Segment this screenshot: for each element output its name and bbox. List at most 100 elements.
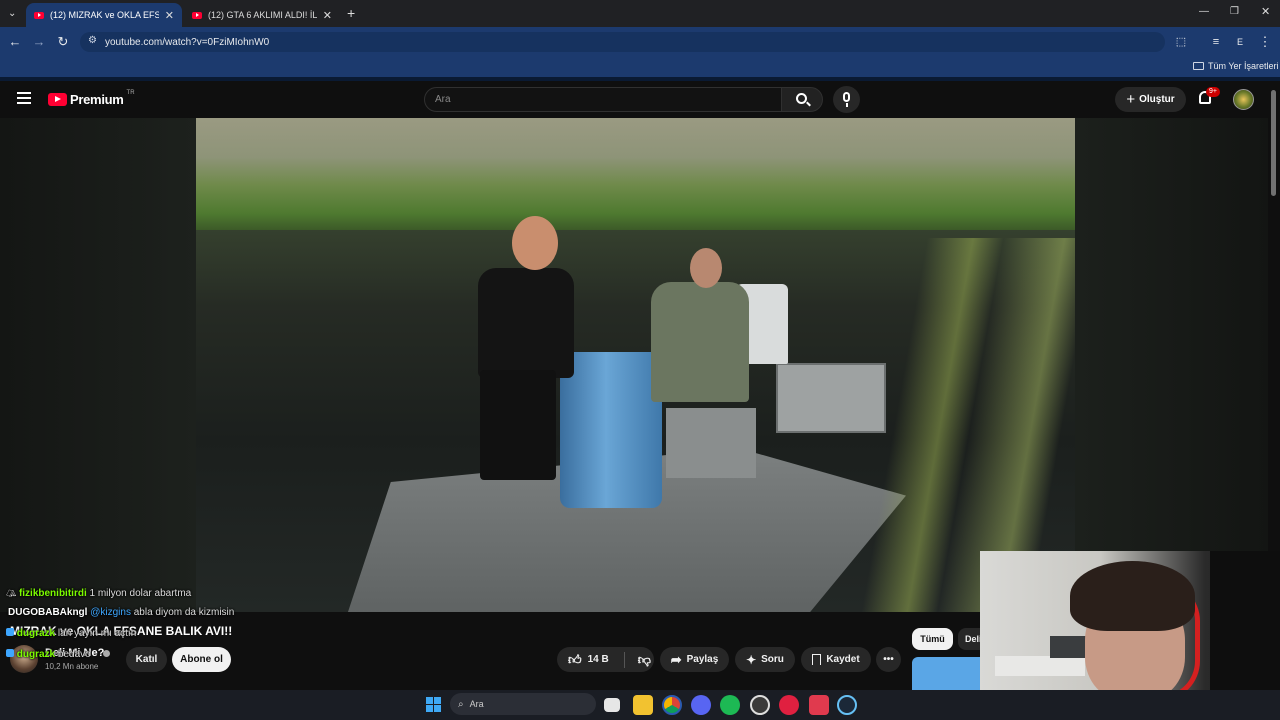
logo-text: Premium (70, 92, 124, 107)
steam-icon[interactable] (837, 695, 857, 715)
app-valorant-icon[interactable] (809, 695, 829, 715)
chat-username: dugrazk (16, 649, 56, 660)
chat-text: abla diyom da kizmisin (133, 607, 235, 618)
site-info-icon[interactable]: ⚙ (88, 35, 97, 46)
guide-menu-icon[interactable] (17, 92, 31, 104)
chat-username: dugrazk (16, 628, 56, 639)
notifications-button[interactable]: 9+ (1196, 87, 1220, 109)
search-button[interactable] (781, 87, 823, 112)
river-bank (196, 118, 1075, 230)
tab-inactive[interactable]: (12) GTA 6 AKLIMI ALDI! İLK OY ✕ (184, 3, 340, 27)
ask-button[interactable]: ✦ Soru (735, 647, 795, 672)
chat-message: ⛺︎ fizikbenibitirdi 1 milyon dolar abart… (6, 588, 191, 599)
sparkle-icon: ✦ (746, 652, 757, 667)
dislike-button[interactable]: 👎︎ (630, 652, 651, 668)
obs-icon[interactable] (750, 695, 770, 715)
window-close-icon[interactable]: ✕ (1261, 5, 1270, 18)
app-red-icon[interactable] (779, 695, 799, 715)
close-icon[interactable]: ✕ (165, 9, 174, 22)
thumbs-down-icon: 👎︎ (637, 651, 651, 667)
chat-username: DUGOBABAkngl (8, 607, 88, 618)
like-button[interactable]: 👍︎ 14 B (557, 652, 609, 668)
windows-start-icon[interactable] (426, 697, 441, 712)
chat-text: bedavo (57, 649, 91, 660)
user-badge-icon (6, 649, 14, 657)
create-button[interactable]: + Oluştur (1115, 87, 1186, 112)
join-button[interactable]: Katıl (126, 647, 167, 672)
create-label: Oluştur (1139, 94, 1175, 105)
tab-title: (12) GTA 6 AKLIMI ALDI! İLK OY (208, 10, 317, 20)
profile-button[interactable]: E (1231, 33, 1249, 51)
bookmarks-bar: Tüm Yer İşaretleri (0, 57, 1280, 77)
ambient-left (0, 118, 196, 612)
video-player[interactable] (196, 118, 1075, 612)
all-bookmarks[interactable]: Tüm Yer İşaretleri (1193, 61, 1279, 71)
search-icon: ⌕ (458, 698, 464, 710)
restore-icon[interactable]: ❐ (1230, 6, 1239, 17)
microphone-icon (843, 92, 850, 102)
discord-icon[interactable] (691, 695, 711, 715)
forward-icon[interactable]: → (30, 33, 48, 51)
share-label: Paylaş (686, 654, 719, 665)
avatar[interactable] (1233, 89, 1254, 110)
thumbs-up-icon: 👍︎ (568, 651, 582, 667)
person-left-head (512, 216, 558, 270)
blue-barrel (560, 352, 662, 508)
minimize-icon[interactable]: — (1199, 6, 1209, 17)
menu-icon[interactable]: ⋮ (1256, 33, 1274, 51)
youtube-favicon-icon (34, 11, 44, 19)
more-actions-button[interactable]: ••• (876, 647, 901, 672)
bookmark-icon (812, 654, 822, 665)
tab-title: (12) MIZRAK ve OKLA EFSANE B (50, 10, 159, 20)
back-icon[interactable]: ← (6, 33, 24, 51)
youtube-logo[interactable]: Premium TR (48, 90, 135, 107)
ask-label: Soru (761, 654, 784, 665)
chat-message: dugrazk lan yayın mı açtın (6, 628, 136, 639)
taskbar-search[interactable]: ⌕ Ara (450, 693, 596, 715)
chat-username: fizikbenibitirdi (18, 588, 87, 599)
person-right-head (690, 248, 722, 288)
chip-all[interactable]: Tümü (912, 628, 953, 650)
like-count: 14 B (587, 654, 609, 665)
url-text: youtube.com/watch?v=0FziMIohnW0 (105, 36, 270, 48)
reload-icon[interactable]: ↻ (54, 33, 72, 51)
divider (623, 651, 625, 668)
close-icon[interactable]: ✕ (323, 9, 332, 22)
spotify-icon[interactable] (720, 695, 740, 715)
new-tab-icon[interactable]: + (347, 5, 355, 21)
chrome-icon[interactable] (662, 695, 682, 715)
notification-badge: 9+ (1206, 87, 1220, 97)
chat-mention: @kizgins (90, 607, 131, 618)
subscribe-button[interactable]: Abone ol (172, 647, 231, 672)
share-button[interactable]: ➦ Paylaş (660, 647, 729, 672)
folder-icon (1193, 62, 1204, 70)
address-bar[interactable]: ⚙ youtube.com/watch?v=0FziMIohnW0 (80, 32, 1165, 52)
webcam-desk (995, 656, 1085, 676)
streamer-hair (1070, 561, 1195, 631)
task-view-icon[interactable] (604, 698, 620, 712)
chat-message: dugrazk bedavo (6, 649, 91, 660)
more-icon: ••• (883, 654, 894, 665)
person-left-shorts (480, 370, 556, 480)
file-explorer-icon[interactable] (633, 695, 653, 715)
like-dislike-group: 👍︎ 14 B 👎︎ (557, 647, 654, 672)
taskbar-search-placeholder: Ara (469, 699, 484, 709)
save-button[interactable]: Kaydet (801, 647, 871, 672)
extensions-icon[interactable]: ⬚ (1172, 33, 1190, 51)
all-bookmarks-label: Tüm Yer İşaretleri (1208, 61, 1279, 71)
verified-icon (103, 650, 110, 657)
chat-message: DUGOBABAkngl @kizgins abla diyom da kizm… (8, 607, 234, 618)
boat-console (666, 408, 756, 478)
voice-search-button[interactable] (833, 86, 860, 113)
share-icon: ➦ (670, 651, 682, 667)
tab-active[interactable]: (12) MIZRAK ve OKLA EFSANE B ✕ (26, 3, 182, 27)
media-control-icon[interactable]: ≡ (1207, 33, 1225, 51)
tab-search-icon[interactable]: ⌄ (8, 8, 16, 19)
search-input[interactable]: Ara (424, 87, 782, 112)
recommended-thumbnail[interactable] (912, 657, 982, 690)
user-badge-icon: ⛺︎ (6, 589, 17, 598)
user-badge-icon (6, 628, 14, 636)
person-right-body (651, 282, 749, 402)
page-scrollbar[interactable] (1271, 90, 1276, 196)
ambient-right (1075, 118, 1268, 612)
